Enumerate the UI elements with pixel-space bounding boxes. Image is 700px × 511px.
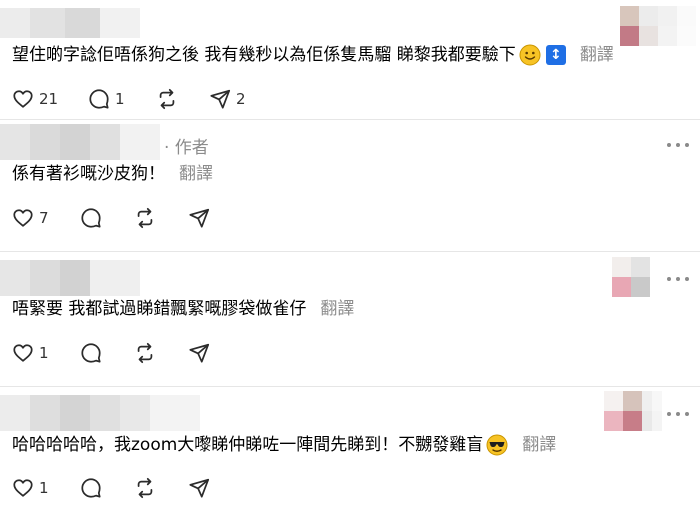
- comment-text-row: 哈哈哈哈哈，我zoom大嚟睇仲睇咗一陣間先睇到！不嬲發雞盲 翻譯: [12, 433, 556, 457]
- comment-text-row: 望住啲字諗佢唔係狗之後 我有幾秒以為佢係隻馬騮 睇黎我都要驗下 ↕ 翻譯: [12, 43, 614, 67]
- translate-link[interactable]: 翻譯: [580, 43, 614, 67]
- repost-button[interactable]: [134, 342, 188, 364]
- comment-text: 係有著衫嘅沙皮狗！: [12, 164, 165, 184]
- send-icon: [210, 89, 231, 109]
- avatar-blur-extra: [658, 6, 696, 46]
- like-button[interactable]: 1: [12, 342, 80, 364]
- send-icon: [189, 343, 210, 363]
- comment-2: · 作者 係有著衫嘅沙皮狗！ 翻譯 7: [0, 120, 700, 250]
- username-blurred[interactable]: [0, 8, 140, 38]
- comment-text-row: 唔緊要 我都試過睇錯飄緊嘅膠袋做雀仔 翻譯: [12, 297, 354, 321]
- share-button[interactable]: [188, 342, 218, 364]
- username-blurred[interactable]: [0, 260, 140, 296]
- more-dots-icon[interactable]: [667, 140, 689, 150]
- username-blurred[interactable]: [0, 124, 160, 160]
- repost-icon: [137, 207, 153, 229]
- like-count: 1: [39, 479, 49, 497]
- repost-icon: [137, 342, 153, 364]
- like-count: 1: [39, 344, 49, 362]
- comment-text: 唔緊要 我都試過睇錯飄緊嘅膠袋做雀仔: [12, 299, 307, 319]
- send-icon: [189, 208, 210, 228]
- translate-link[interactable]: 翻譯: [522, 433, 556, 457]
- comment-text-row: 係有著衫嘅沙皮狗！ 翻譯: [12, 162, 213, 186]
- action-bar: 1: [12, 340, 218, 366]
- comment-text: 望住啲字諗佢唔係狗之後 我有幾秒以為佢係隻馬騮 睇黎我都要驗下: [12, 45, 516, 65]
- comment-1: 望住啲字諗佢唔係狗之後 我有幾秒以為佢係隻馬騮 睇黎我都要驗下 ↕ 翻譯 21 …: [0, 0, 700, 118]
- reply-button[interactable]: [80, 207, 134, 229]
- comment-bubble-icon: [81, 478, 101, 498]
- heart-icon: [13, 90, 33, 108]
- more-dots-icon[interactable]: [667, 274, 689, 284]
- reply-button[interactable]: [80, 342, 134, 364]
- comment-4: 哈哈哈哈哈，我zoom大嚟睇仲睇咗一陣間先睇到！不嬲發雞盲 翻譯 1: [0, 387, 700, 511]
- avatar[interactable]: [604, 391, 642, 431]
- repost-icon: [159, 88, 175, 110]
- comment-bubble-icon: [81, 343, 101, 363]
- heart-icon: [13, 344, 33, 362]
- like-button[interactable]: 21: [12, 88, 88, 110]
- heart-icon: [13, 479, 33, 497]
- up-down-arrow-emoji-icon: ↕: [545, 45, 566, 65]
- sunglasses-emoji-icon: [486, 434, 508, 456]
- username-blurred[interactable]: [0, 395, 200, 431]
- share-button[interactable]: [188, 207, 218, 229]
- comment-bubble-icon: [81, 208, 101, 228]
- repost-button[interactable]: [134, 477, 188, 499]
- repost-button[interactable]: [134, 207, 188, 229]
- action-bar: 7: [12, 205, 218, 231]
- action-bar: 21 1 2: [12, 86, 269, 112]
- heart-icon: [13, 209, 33, 227]
- like-button[interactable]: 7: [12, 207, 80, 229]
- comment-text: 哈哈哈哈哈，我zoom大嚟睇仲睇咗一陣間先睇到！不嬲發雞盲: [12, 435, 484, 455]
- author-tag: · 作者: [164, 138, 209, 158]
- more-dots-icon[interactable]: [667, 409, 689, 419]
- share-button[interactable]: [188, 477, 218, 499]
- like-count: 21: [39, 90, 59, 108]
- reply-button[interactable]: 1: [88, 88, 156, 110]
- repost-button[interactable]: [156, 88, 209, 110]
- smiley-emoji-icon: [519, 44, 541, 66]
- repost-icon: [137, 477, 153, 499]
- avatar[interactable]: [620, 6, 658, 46]
- like-count: 7: [39, 209, 49, 227]
- reply-count: 1: [115, 90, 125, 108]
- share-button[interactable]: 2: [209, 88, 269, 110]
- avatar-blur-extra: [642, 391, 662, 431]
- reply-button[interactable]: [80, 477, 134, 499]
- avatar[interactable]: [612, 257, 650, 297]
- action-bar: 1: [12, 475, 218, 501]
- comment-bubble-icon: [89, 89, 109, 109]
- like-button[interactable]: 1: [12, 477, 80, 499]
- share-count: 2: [236, 90, 246, 108]
- comment-3: 唔緊要 我都試過睇錯飄緊嘅膠袋做雀仔 翻譯 1: [0, 252, 700, 386]
- send-icon: [189, 478, 210, 498]
- translate-link[interactable]: 翻譯: [320, 297, 354, 321]
- translate-link[interactable]: 翻譯: [179, 162, 213, 186]
